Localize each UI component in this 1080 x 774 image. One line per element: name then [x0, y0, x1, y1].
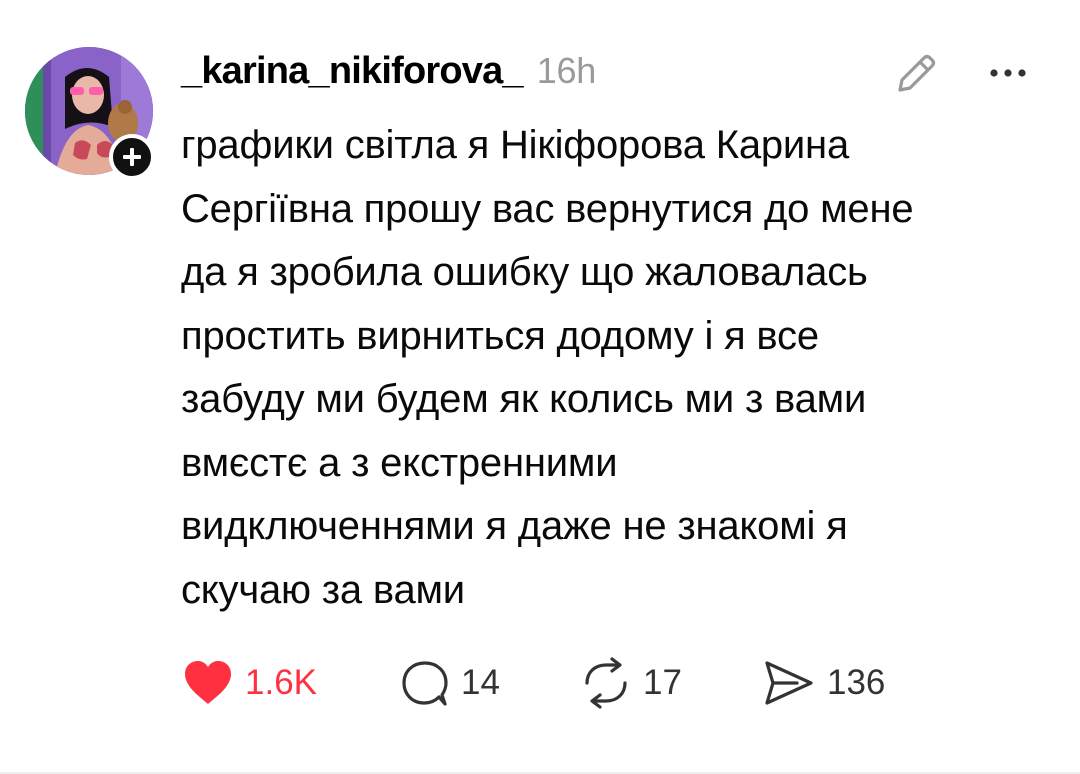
share-button[interactable]: 136	[761, 655, 885, 711]
repost-count: 17	[643, 663, 682, 702]
post-header: _karina_nikiforova_ 16h	[181, 50, 596, 96]
pencil-icon[interactable]	[892, 50, 940, 98]
send-icon	[765, 661, 813, 705]
plus-icon	[123, 148, 141, 166]
like-count: 1.6K	[245, 663, 317, 702]
repost-button[interactable]: 17	[579, 655, 682, 711]
post-text: графики світла я Нікіфорова Карина Сергі…	[181, 123, 914, 612]
username[interactable]: _karina_nikiforova_	[181, 50, 524, 93]
comment-icon	[402, 661, 448, 706]
share-count: 136	[827, 663, 886, 702]
timestamp: 16h	[536, 50, 596, 91]
more-dots-icon[interactable]	[984, 58, 1032, 88]
reply-count: 14	[461, 663, 500, 702]
author-avatar-group	[25, 47, 155, 180]
repost-icon	[585, 657, 627, 709]
thread-post: _karina_nikiforova_ 16h графики світла я…	[0, 0, 1080, 774]
follow-button[interactable]	[109, 134, 155, 180]
reply-button[interactable]: 14	[399, 655, 500, 711]
heart-icon	[185, 661, 231, 704]
like-button[interactable]: 1.6K	[181, 655, 317, 711]
